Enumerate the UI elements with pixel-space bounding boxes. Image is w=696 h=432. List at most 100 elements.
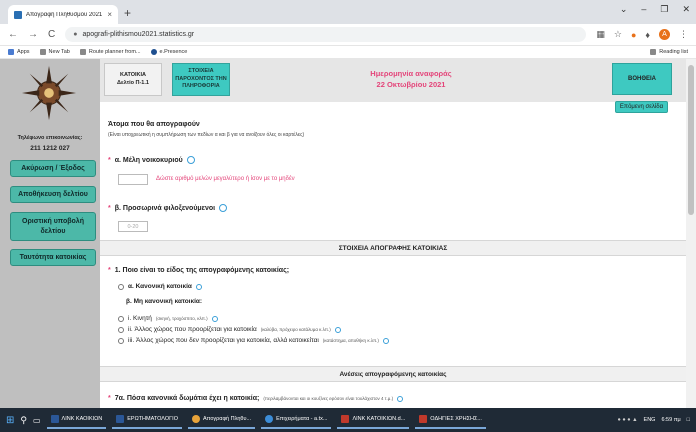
contact-label: Τηλέφωνο επικοινωνίας: (17, 135, 83, 141)
forward-button[interactable]: → (28, 29, 38, 40)
reload-button[interactable]: C (48, 29, 55, 40)
radio-button[interactable] (118, 326, 124, 333)
contact-phone: 211 1212 027 (30, 145, 70, 152)
address-bar[interactable]: ● apografi-plithismou2021.statistics.gr (65, 27, 587, 42)
question-dwelling-type: * 1. Ποιο είναι το είδος της απογραφόμεν… (108, 267, 290, 274)
taskbar-item-5[interactable]: ΛΙΝΚ ΚΑΤΟΙΚΙΩΝ.d... (337, 411, 410, 429)
task-view-icon[interactable]: ▭ (33, 416, 41, 425)
info-icon[interactable] (219, 204, 228, 212)
browser-tab-strip: Απογραφή Πληθυσμού 2021 × + ⌄ – ❐ ✕ (0, 0, 696, 24)
profile-avatar[interactable]: A (659, 29, 670, 40)
windows-taskbar: ⊞ ⚲ ▭ ΛΙΝΚ ΚΑΟΙΚΙΩΝ ΕΡΩΤΗΜΑΤΟΛΟΓΙΟ Απογρ… (0, 408, 696, 432)
option-other-residential-space[interactable]: ii. Άλλος χώρος που προορίζεται για κατο… (118, 326, 341, 333)
search-icon[interactable]: ⚲ (20, 415, 27, 426)
temporary-guests-input[interactable]: 0-20 (118, 221, 148, 232)
toolbar-actions: ▦ ☆ ● ♦ A ⋮ (596, 29, 688, 40)
window-controls: ⌄ – ❐ ✕ (620, 4, 690, 15)
browser-tab[interactable]: Απογραφή Πληθυσμού 2021 × (8, 5, 118, 24)
bookmark-apps[interactable]: Apps (8, 49, 30, 55)
globe-icon (39, 49, 46, 55)
radio-button[interactable] (118, 315, 124, 322)
sidebar: Τηλέφωνο επικοινωνίας: 211 1212 027 Ακύρ… (0, 59, 100, 408)
main-content: ΚΑΤΟΙΚΙΑ Δελτίο Π-1.1 ΣΤΟΙΧΕΙΑ ΠΑΡΟΧΟΝΤΟ… (100, 59, 686, 408)
form-header: ΚΑΤΟΙΚΙΑ Δελτίο Π-1.1 ΣΤΟΙΧΕΙΑ ΠΑΡΟΧΟΝΤΟ… (100, 59, 686, 102)
apps-grid-icon (8, 49, 14, 55)
translate-icon[interactable]: ▦ (596, 29, 605, 40)
bookmark-new-tab[interactable]: New Tab (39, 49, 70, 55)
notifications-icon[interactable]: □ (687, 417, 690, 423)
cancel-exit-button[interactable]: Ακύρωση / Έξοδος (10, 160, 96, 177)
bookmarks-bar: Apps New Tab Route planner from... e.Pre… (0, 46, 696, 59)
epresence-icon (150, 49, 157, 55)
browser-toolbar: ← → C ● apografi-plithismou2021.statisti… (0, 24, 696, 46)
option-mobile-dwelling[interactable]: i. Κινητή (σκηνή, τροχόσπιτο, κλπ.) (118, 315, 218, 322)
household-members-input[interactable] (118, 174, 148, 185)
pdf-icon (341, 415, 350, 423)
taskbar-item-4[interactable]: Επιχειρήματα - a.tx... (261, 411, 332, 429)
system-tray: ● ● ● ▲ ENG 6:59 πμ □ (618, 417, 690, 423)
maximize-button[interactable]: ❐ (660, 4, 668, 15)
info-icon[interactable] (397, 395, 404, 402)
section-note: (Είναι υποχρεωτική η συμπλήρωση των πεδί… (108, 132, 305, 138)
clock[interactable]: 6:59 πμ (661, 417, 680, 423)
census-page: Τηλέφωνο επικοινωνίας: 211 1212 027 Ακύρ… (0, 59, 686, 408)
section-band-dwelling: ΣΤΟΙΧΕΙΑ ΑΠΟΓΡΑΦΗΣ ΚΑΤΟΙΚΙΑΣ (100, 240, 686, 256)
tab-search-icon[interactable]: ⌄ (620, 4, 628, 15)
minimize-button[interactable]: – (641, 4, 646, 15)
option-non-residential-space[interactable]: iii. Άλλος χώρος που δεν προορίζεται για… (118, 337, 389, 344)
question-household-members: * α. Μέλη νοικοκυριού (108, 156, 195, 164)
info-icon[interactable] (186, 156, 195, 164)
puzzle-extensions-icon[interactable]: ♦ (645, 30, 650, 40)
question-rooms: * 7α. Πόσα κανονικά δωμάτια έχει η κατοι… (108, 395, 404, 402)
taskbar-item-6[interactable]: ΟΔΗΓΙΕΣ ΧΡΗΣΗΣ... (415, 411, 486, 429)
reference-date-value: 22 Οκτωβρίου 2021 (376, 79, 446, 89)
taskbar-item-2[interactable]: ΕΡΩΤΗΜΑΤΟΛΟΓΙΟ (112, 411, 182, 429)
section-band-amenities: Ανέσεις απογραφόμενης κατοικίας (100, 366, 686, 382)
start-windows-icon[interactable]: ⊞ (6, 415, 14, 426)
info-icon[interactable] (334, 326, 341, 333)
browser-menu-icon[interactable]: ⋮ (679, 29, 688, 40)
pdf-icon (419, 415, 428, 423)
non-regular-dwelling-title: β. Μη κανονική κατοικία: (126, 298, 203, 305)
radio-button[interactable] (118, 337, 124, 344)
taskbar-item-3[interactable]: Απογραφή Πληθυ... (187, 411, 256, 429)
tray-icons[interactable]: ● ● ● ▲ (618, 417, 638, 423)
dwelling-identity-button[interactable]: Ταυτότητα κατοικίας (10, 249, 96, 266)
word-icon (116, 415, 125, 423)
lock-icon: ● (73, 31, 78, 38)
next-page-button[interactable]: Επόμενη σελίδα (615, 101, 668, 113)
tab-title: Απογραφή Πληθυσμού 2021 (26, 11, 103, 18)
radio-button[interactable] (118, 283, 124, 290)
reference-date: Ημερομηνία αναφοράς 22 Οκτωβρίου 2021 (336, 69, 486, 91)
help-button[interactable]: ΒΟΗΘΕΙΑ (612, 63, 672, 95)
keyboard-language[interactable]: ENG (644, 417, 656, 423)
tab-close-icon[interactable]: × (107, 10, 112, 19)
reference-date-label: Ημερομηνία αναφοράς (370, 69, 452, 78)
tab-dwelling-form[interactable]: ΚΑΤΟΙΚΙΑ Δελτίο Π-1.1 (104, 63, 162, 96)
taskbar-item-1[interactable]: ΛΙΝΚ ΚΑΟΙΚΙΩΝ (46, 411, 107, 429)
tab-informant-details[interactable]: ΣΤΟΙΧΕΙΑ ΠΑΡΟΧΟΝΤΟΣ ΤΗΝ ΠΛΗΡΟΦΟΡΙΑ (172, 63, 230, 96)
browser-icon (265, 415, 274, 423)
reading-list-button[interactable]: Reading list (650, 49, 688, 55)
save-form-button[interactable]: Αποθήκευση δελτίου (10, 186, 96, 203)
page-scrollbar[interactable] (686, 59, 696, 408)
close-window-button[interactable]: ✕ (682, 4, 690, 15)
bookmark-star-icon[interactable]: ☆ (614, 29, 622, 40)
word-icon (50, 415, 59, 423)
info-icon[interactable] (195, 283, 202, 290)
final-submit-button[interactable]: Οριστική υποβολή δελτίου (10, 212, 96, 241)
extension-icon[interactable]: ● (631, 30, 636, 40)
section-title: Άτομα που θα απογραφούν (108, 121, 200, 128)
info-icon[interactable] (382, 337, 389, 344)
back-button[interactable]: ← (8, 29, 18, 40)
scrollbar-thumb[interactable] (688, 65, 694, 215)
bookmark-epresence[interactable]: e.Presence (150, 49, 187, 55)
option-regular-dwelling[interactable]: α. Κανονική κατοικία (118, 283, 202, 290)
new-tab-button[interactable]: + (124, 6, 131, 20)
census-emblem-logo (21, 65, 77, 121)
bookmark-route-planner[interactable]: Route planner from... (79, 49, 141, 55)
url-text: apografi-plithismou2021.statistics.gr (82, 31, 195, 38)
reading-list-icon (650, 49, 657, 55)
info-icon[interactable] (211, 315, 218, 322)
question-temporary-guests: * β. Προσωρινά φιλοξενούμενοι (108, 204, 228, 212)
